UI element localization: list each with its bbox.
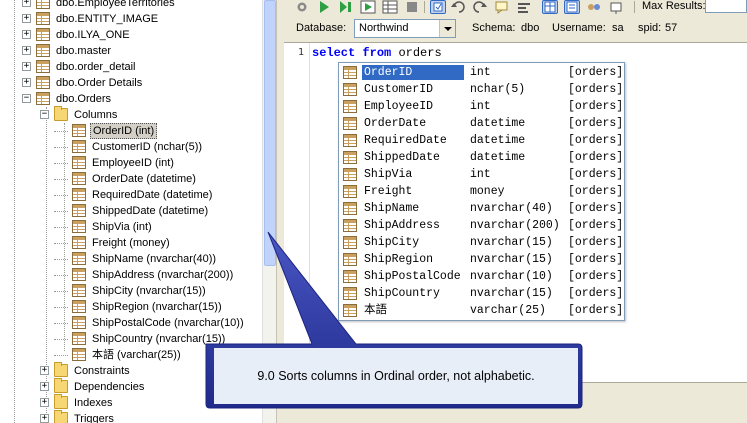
callout-text: 9.0 Sorts columns in Ordinal order, not … xyxy=(257,369,535,383)
